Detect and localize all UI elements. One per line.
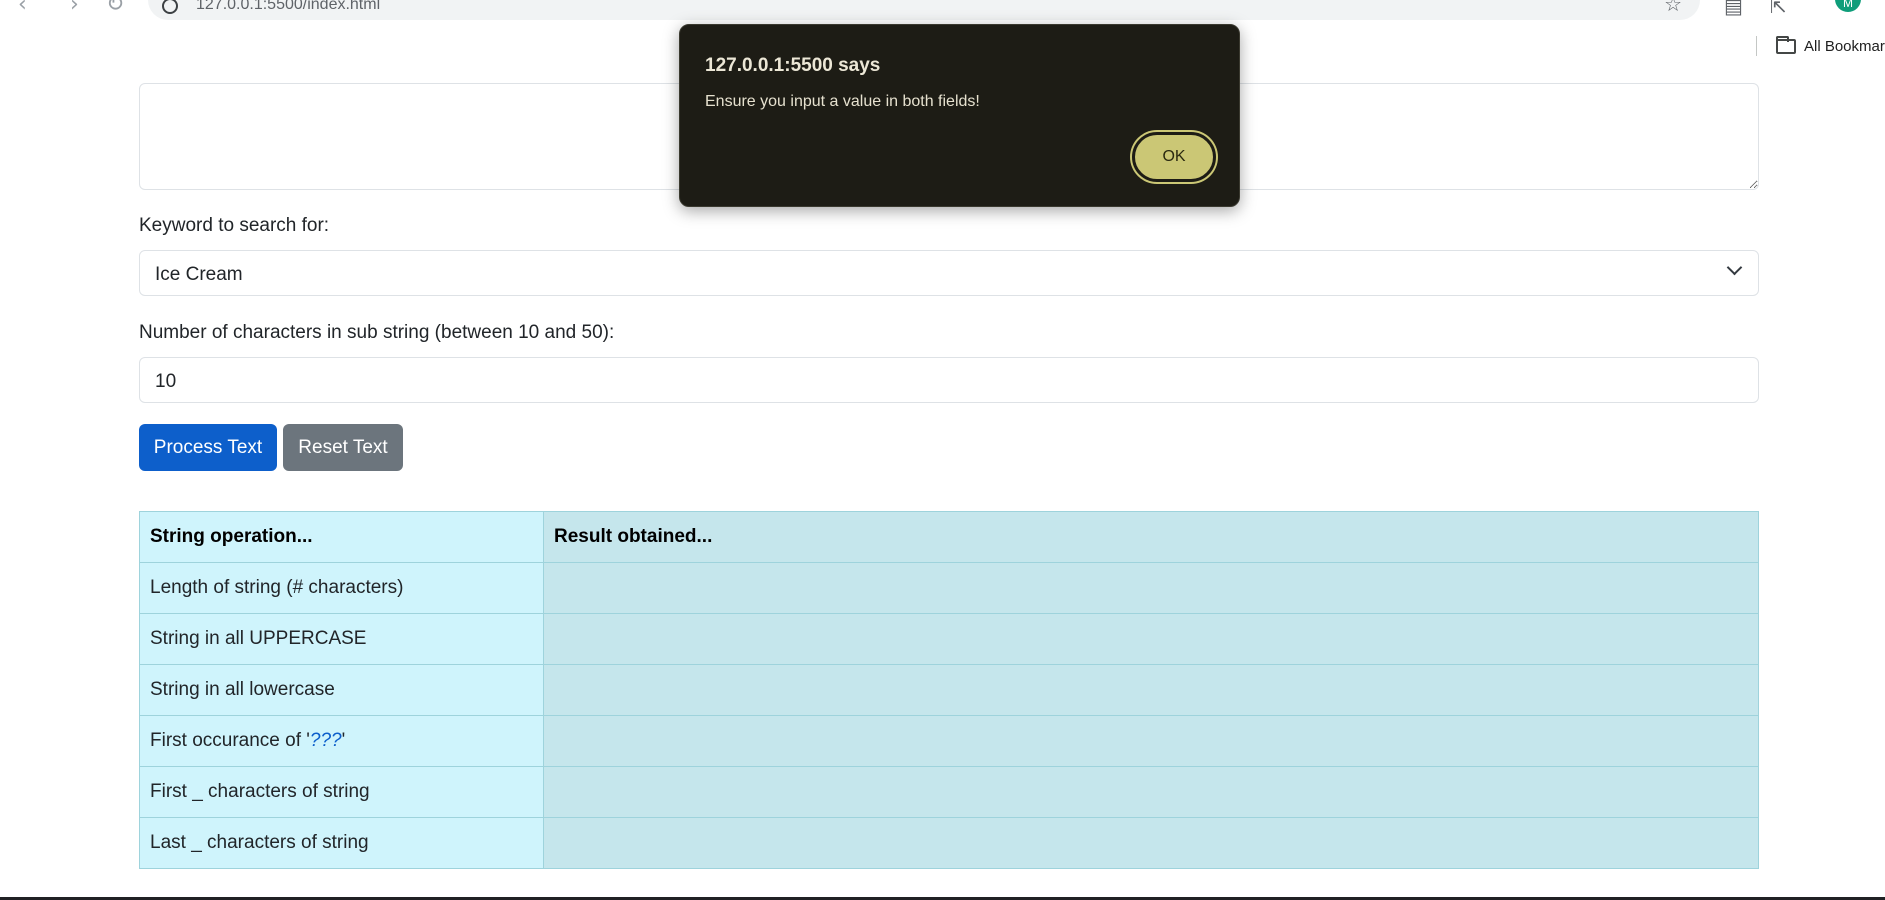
bookmark-star-icon[interactable]: ☆ <box>1664 0 1682 16</box>
dialog-message: Ensure you input a value in both fields! <box>705 93 980 110</box>
site-info-icon[interactable] <box>162 0 178 14</box>
header-operation: String operation... <box>139 511 544 563</box>
op-prefix: First occurance of ' <box>150 730 310 751</box>
bookmarks-divider <box>1756 36 1757 56</box>
profile-avatar[interactable]: M <box>1835 0 1861 12</box>
row-operation: Last _ characters of string <box>139 817 544 869</box>
row-result <box>543 715 1759 767</box>
row-operation: String in all lowercase <box>139 664 544 716</box>
process-text-button[interactable]: Process Text <box>139 424 277 471</box>
op-suffix: ' <box>341 730 346 751</box>
row-result <box>543 766 1759 818</box>
header-result: Result obtained... <box>543 511 1759 563</box>
substring-length-input[interactable]: 10 <box>139 357 1759 403</box>
row-operation: Length of string (# characters) <box>139 562 544 614</box>
table-row: Length of string (# characters) <box>139 562 1759 614</box>
folder-icon <box>1776 35 1796 54</box>
keyword-placeholder: ??? <box>309 730 342 751</box>
all-bookmarks[interactable]: All Bookmar <box>1776 35 1885 56</box>
reload-icon[interactable]: ↻ <box>106 0 124 17</box>
row-operation: First occurance of '???' <box>139 715 544 767</box>
dialog-title: 127.0.0.1:5500 says <box>705 55 881 76</box>
reset-text-button[interactable]: Reset Text <box>283 424 403 471</box>
row-operation: First _ characters of string <box>139 766 544 818</box>
substring-length-value: 10 <box>155 371 177 392</box>
keyword-select[interactable]: Ice Cream <box>139 250 1759 296</box>
table-row: First _ characters of string <box>139 766 1759 818</box>
results-table: String operation... Result obtained... L… <box>139 511 1759 869</box>
share-icon[interactable]: ⇱ <box>1770 0 1787 18</box>
row-result <box>543 664 1759 716</box>
keyword-label: Keyword to search for: <box>139 215 330 236</box>
table-row: String in all lowercase <box>139 664 1759 716</box>
forward-icon[interactable]: › <box>70 0 79 17</box>
ok-button[interactable]: OK <box>1132 132 1216 182</box>
row-result <box>543 817 1759 869</box>
row-result <box>543 562 1759 614</box>
extension-icon[interactable]: ▤ <box>1724 0 1743 18</box>
substring-label: Number of characters in sub string (betw… <box>139 322 615 343</box>
address-bar[interactable]: 127.0.0.1:5500/index.html ☆ <box>148 0 1700 20</box>
all-bookmarks-label: All Bookmar <box>1804 37 1885 55</box>
row-operation: String in all UPPERCASE <box>139 613 544 665</box>
table-row: Last _ characters of string <box>139 817 1759 869</box>
address-url[interactable]: 127.0.0.1:5500/index.html <box>196 0 380 14</box>
back-icon[interactable]: ‹ <box>18 0 27 17</box>
chevron-down-icon <box>1726 259 1743 276</box>
table-row: String in all UPPERCASE <box>139 613 1759 665</box>
keyword-selected-value: Ice Cream <box>155 264 243 285</box>
row-result <box>543 613 1759 665</box>
table-row: First occurance of '???' <box>139 715 1759 767</box>
alert-dialog: 127.0.0.1:5500 says Ensure you input a v… <box>679 24 1240 207</box>
table-header-row: String operation... Result obtained... <box>139 511 1759 563</box>
